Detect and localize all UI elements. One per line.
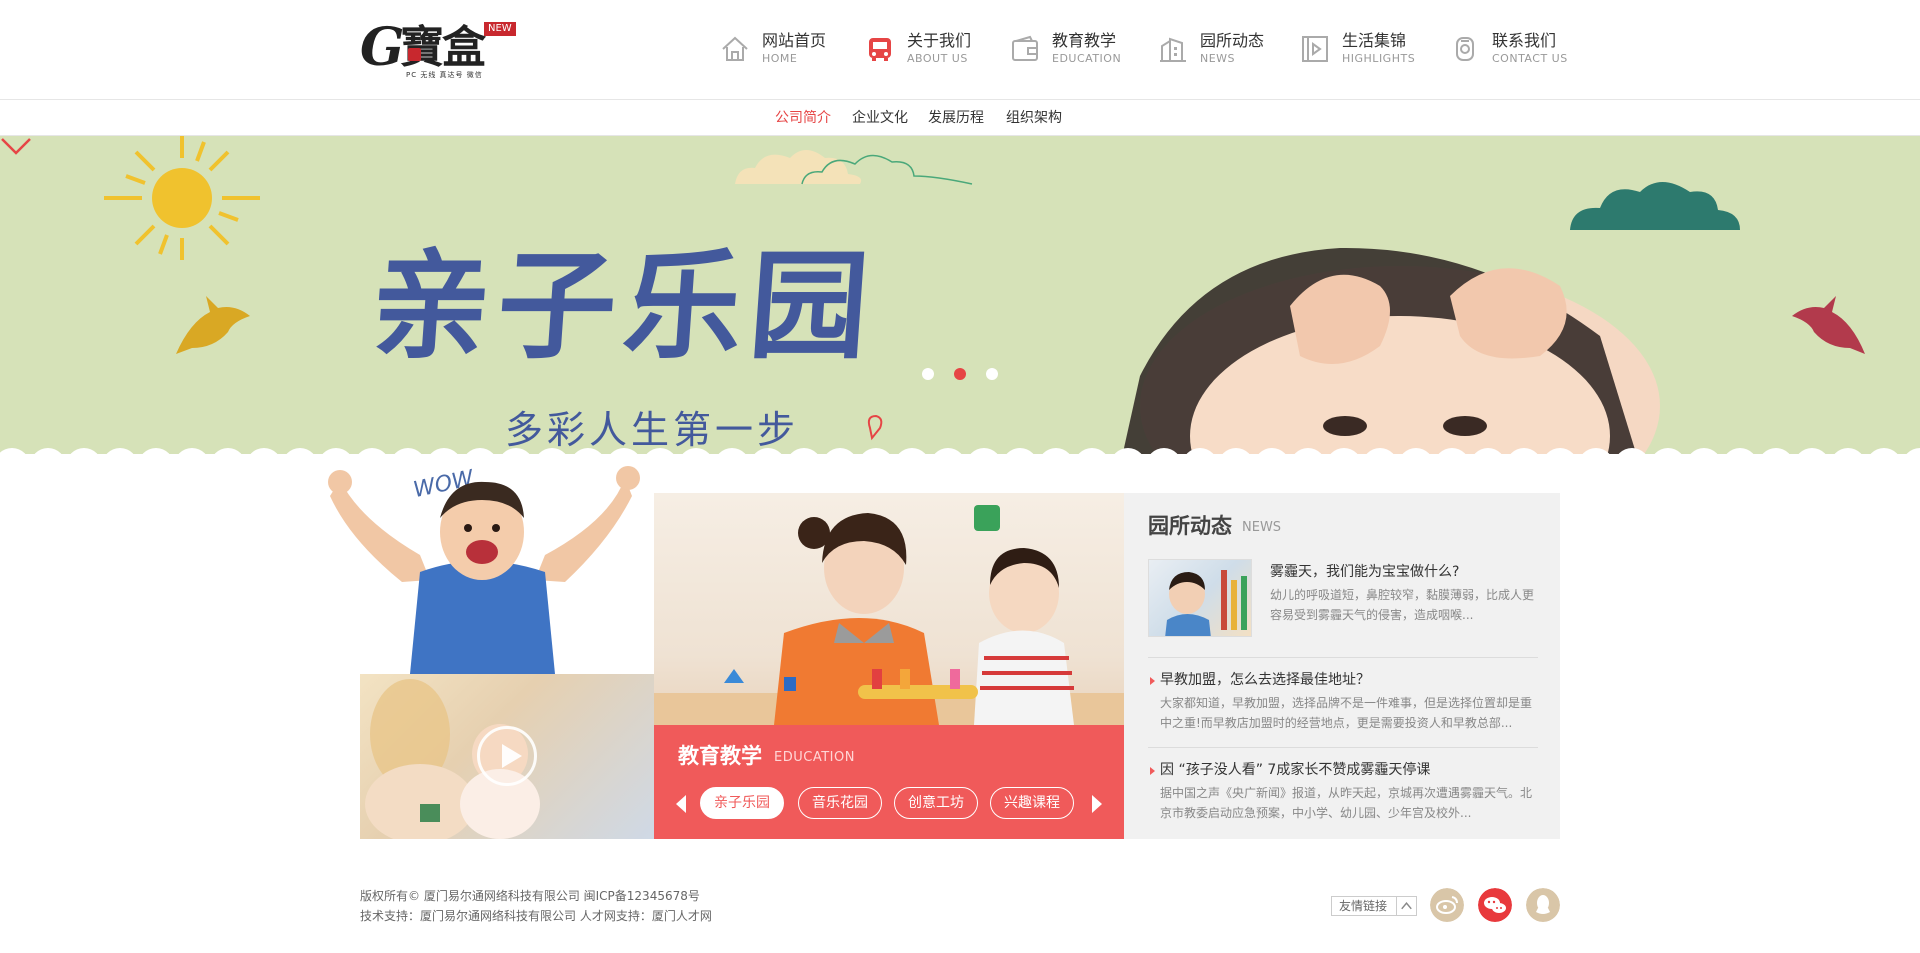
nav-label-en: NEWS xyxy=(1200,52,1236,65)
education-title: 教育教学 xyxy=(678,744,762,768)
sun-icon xyxy=(104,136,260,260)
news-item-title[interactable]: 雾霾天，我们能为宝宝做什么? xyxy=(1270,563,1459,581)
tab-parent-child[interactable]: 亲子乐园 xyxy=(700,787,784,819)
friend-links-label: 友情链接 xyxy=(1339,899,1388,913)
chevron-up-icon xyxy=(1396,897,1412,915)
nav-label: 网站首页 xyxy=(762,31,827,50)
banner-title: 亲子乐园 xyxy=(367,237,881,375)
logo-letter: G xyxy=(360,17,405,78)
nav-label: 园所动态 xyxy=(1200,31,1265,50)
sub-nav: 公司简介 企业文化 发展历程 组织架构 xyxy=(0,101,1920,136)
logo-tagline: PC 无线 真达号 微信 xyxy=(406,71,483,79)
news-thumbnail[interactable] xyxy=(1148,559,1252,637)
building-icon xyxy=(1160,37,1186,62)
new-badge: NEW xyxy=(484,22,516,36)
bird-right-icon xyxy=(1792,296,1865,354)
divider xyxy=(1148,657,1538,658)
tab-interest-courses[interactable]: 兴趣课程 xyxy=(990,787,1074,819)
nav-label-en: HOME xyxy=(762,52,798,65)
subnav-item-company-profile[interactable]: 公司简介 xyxy=(775,109,831,127)
bus-icon xyxy=(869,38,891,61)
header: G 寶盒 NEW PC 无线 真达号 微信 网站首页 HOME 关于我们 ABO… xyxy=(0,0,1920,100)
copyright-text: 版权所有© 厦门易尔通网络科技有限公司 闽ICP备12345678号 xyxy=(360,889,700,903)
divider xyxy=(1148,747,1538,748)
subnav-item-culture[interactable]: 企业文化 xyxy=(852,109,908,127)
kid-cheering-image: WOW xyxy=(328,466,640,674)
news-item-title[interactable]: 早教加盟，怎么去选择最佳地址？ xyxy=(1160,671,1370,689)
page: G 寶盒 NEW PC 无线 真达号 微信 网站首页 HOME 关于我们 ABO… xyxy=(0,0,1920,953)
news-item-summary: 据中国之声《央广新闻》报道，从昨天起，京城再次遭遇雾霾天气。北京市教委启动应急预… xyxy=(1160,786,1533,820)
nav-label-en: EDUCATION xyxy=(1052,52,1122,65)
weibo-icon[interactable] xyxy=(1430,888,1464,922)
banner-art xyxy=(0,136,1920,466)
bullet-icon xyxy=(1150,767,1155,775)
film-icon xyxy=(1302,36,1328,62)
wallet-icon xyxy=(1012,35,1038,61)
home-icon xyxy=(722,36,748,61)
nav-label: 联系我们 xyxy=(1492,31,1557,50)
bullet-icon xyxy=(1150,677,1155,685)
news-item-summary: 大家都知道，早教加盟，选择品牌不是一件难事，但是选择位置却是重中之重!而早教店加… xyxy=(1160,696,1533,730)
education-panel: 教育教学 EDUCATION 亲子乐园 音乐花园 创意工坊 兴趣课程 xyxy=(654,725,1124,839)
slider-dot[interactable] xyxy=(986,368,998,380)
nav-label-en: CONTACT US xyxy=(1492,52,1568,65)
cloud-dark-icon xyxy=(1570,182,1740,230)
chevron-down-icon[interactable] xyxy=(0,136,32,156)
nav-label: 生活集锦 xyxy=(1342,31,1407,50)
hero-banner: 亲子乐园 多彩人生第一步 xyxy=(0,136,1920,466)
qq-icon[interactable] xyxy=(1526,888,1560,922)
education-title-en: EDUCATION xyxy=(774,750,855,765)
news-panel: 园所动态 NEWS 雾霾天，我们能为宝宝做什么? 幼儿的呼吸道短，鼻腔较窄，黏膜… xyxy=(1124,493,1560,839)
tab-creative-workshop[interactable]: 创意工坊 xyxy=(894,787,978,819)
news-title-en: NEWS xyxy=(1242,520,1282,535)
logo[interactable]: G 寶盒 NEW PC 无线 真达号 微信 xyxy=(360,20,520,82)
nav-label: 教育教学 xyxy=(1052,31,1117,50)
content-section: WOW 教育教学 EDUCATION 亲子乐园 音乐花园 创意工坊 兴趣课程 园… xyxy=(328,460,1560,840)
subnav-item-organization[interactable]: 组织架构 xyxy=(1006,109,1062,127)
arrow-right-icon[interactable] xyxy=(1092,795,1102,813)
wechat-icon[interactable] xyxy=(1478,888,1512,922)
tab-music-garden[interactable]: 音乐花园 xyxy=(798,787,882,819)
heart-icon xyxy=(867,414,883,441)
news-item-title[interactable]: 因 “孩子没人看” 7成家长不赞成雾霾天停课 xyxy=(1160,761,1430,779)
slider-dot[interactable] xyxy=(922,368,934,380)
nav-label: 关于我们 xyxy=(907,31,972,50)
tech-support-text: 技术支持：厦门易尔通网络科技有限公司 人才网支持：厦门人才网 xyxy=(360,909,712,923)
slider-dot-active[interactable] xyxy=(954,368,966,380)
cloud-icon xyxy=(735,150,862,184)
education-image xyxy=(654,493,1124,725)
logo-seal-icon xyxy=(408,48,421,61)
video-thumbnail[interactable] xyxy=(360,674,654,839)
nav-label-en: ABOUT US xyxy=(907,52,968,65)
friend-links-select[interactable]: 友情链接 xyxy=(1331,896,1417,916)
news-title: 园所动态 xyxy=(1148,514,1232,538)
phone-icon xyxy=(1456,37,1474,61)
bird-left-icon xyxy=(176,296,250,354)
subnav-item-history[interactable]: 发展历程 xyxy=(928,109,984,127)
play-icon[interactable] xyxy=(477,726,537,786)
arrow-left-icon[interactable] xyxy=(676,795,686,813)
nav-label-en: HIGHLIGHTS xyxy=(1342,52,1416,65)
news-item-summary: 幼儿的呼吸道短，鼻腔较窄，黏膜薄弱，比成人更容易受到雾霾天气的侵害，造成咽喉..… xyxy=(1270,588,1535,622)
